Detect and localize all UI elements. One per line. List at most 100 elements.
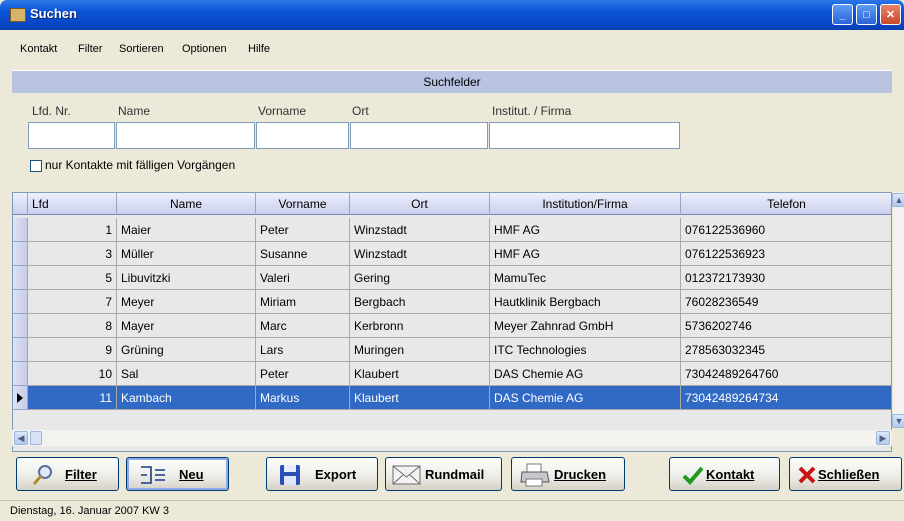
label-name: Name xyxy=(118,104,151,118)
cell-telefon[interactable]: 076122536923 xyxy=(681,242,891,266)
scroll-right-icon[interactable]: ▶ xyxy=(876,431,890,445)
magnifier-icon xyxy=(32,465,52,485)
cell-ort[interactable]: Klaubert xyxy=(350,362,490,386)
contacts-grid[interactable]: Lfd Name Vorname Ort Institution/Firma T… xyxy=(12,192,892,452)
label-lfd-nr: Lfd. Nr. xyxy=(32,104,71,118)
scroll-left-icon[interactable]: ◀ xyxy=(14,431,28,445)
minimize-button[interactable]: _ xyxy=(832,4,853,25)
cell-lfd[interactable]: 9 xyxy=(28,338,117,362)
col-header-lfd[interactable]: Lfd xyxy=(28,193,117,215)
row-selector[interactable] xyxy=(13,242,28,266)
app-icon xyxy=(10,8,26,22)
maximize-button[interactable]: □ xyxy=(856,4,877,25)
rundmail-button[interactable]: Rundmail xyxy=(385,457,502,491)
menu-hilfe[interactable]: Hilfe xyxy=(248,43,270,55)
cell-name[interactable]: Grüning xyxy=(117,338,256,362)
lfd-nr-input[interactable] xyxy=(28,122,115,149)
menu-sortieren[interactable]: Sortieren xyxy=(119,43,164,55)
cell-ort[interactable]: Bergbach xyxy=(350,290,490,314)
cell-telefon[interactable]: 73042489264760 xyxy=(681,362,891,386)
cell-telefon[interactable]: 5736202746 xyxy=(681,314,891,338)
cell-telefon[interactable]: 76028236549 xyxy=(681,290,891,314)
cell-firma[interactable]: HMF AG xyxy=(490,242,681,266)
cell-lfd[interactable]: 1 xyxy=(28,218,117,242)
cell-telefon[interactable]: 012372173930 xyxy=(681,266,891,290)
cell-ort[interactable]: Klaubert xyxy=(350,386,490,410)
row-selector[interactable] xyxy=(13,290,28,314)
faellige-vorgaenge-checkbox[interactable] xyxy=(30,160,42,172)
col-header-telefon[interactable]: Telefon xyxy=(681,193,891,215)
cell-telefon[interactable]: 278563032345 xyxy=(681,338,891,362)
cell-lfd[interactable]: 8 xyxy=(28,314,117,338)
scroll-down-icon[interactable]: ▼ xyxy=(892,414,904,428)
row-selector[interactable] xyxy=(13,338,28,362)
status-date: Dienstag, 16. Januar 2007 KW 3 xyxy=(10,505,169,517)
cell-name[interactable]: Mayer xyxy=(117,314,256,338)
menu-optionen[interactable]: Optionen xyxy=(182,43,227,55)
cell-firma[interactable]: Hautklinik Bergbach xyxy=(490,290,681,314)
menu-kontakt[interactable]: Kontakt xyxy=(20,43,57,55)
close-button[interactable]: ✕ xyxy=(880,4,901,25)
col-header-ort[interactable]: Ort xyxy=(350,193,490,215)
cell-firma[interactable]: DAS Chemie AG xyxy=(490,386,681,410)
cell-vorname[interactable]: Markus xyxy=(256,386,350,410)
cell-vorname[interactable]: Marc xyxy=(256,314,350,338)
cell-firma[interactable]: ITC Technologies xyxy=(490,338,681,362)
scroll-up-icon[interactable]: ▲ xyxy=(892,193,904,207)
cell-lfd[interactable]: 5 xyxy=(28,266,117,290)
row-selector[interactable] xyxy=(13,362,28,386)
name-input[interactable] xyxy=(116,122,255,149)
neu-button[interactable]: Neu xyxy=(126,457,229,491)
menu-filter[interactable]: Filter xyxy=(78,43,102,55)
cell-vorname[interactable]: Peter xyxy=(256,218,350,242)
cell-vorname[interactable]: Valeri xyxy=(256,266,350,290)
cell-ort[interactable]: Gering xyxy=(350,266,490,290)
cell-vorname[interactable]: Lars xyxy=(256,338,350,362)
scroll-thumb[interactable] xyxy=(30,431,42,445)
col-header-vorname[interactable]: Vorname xyxy=(256,193,350,215)
export-button[interactable]: Export xyxy=(266,457,378,491)
cell-vorname[interactable]: Miriam xyxy=(256,290,350,314)
cell-firma[interactable]: Meyer Zahnrad GmbH xyxy=(490,314,681,338)
row-selector[interactable] xyxy=(13,314,28,338)
cell-firma[interactable]: DAS Chemie AG xyxy=(490,362,681,386)
cell-telefon[interactable]: 73042489264734 xyxy=(681,386,891,410)
grid-vertical-scrollbar[interactable]: ▲ ▼ xyxy=(892,192,904,428)
cell-ort[interactable]: Muringen xyxy=(350,338,490,362)
row-selector[interactable] xyxy=(13,386,28,410)
filter-button[interactable]: Filter xyxy=(16,457,119,491)
kontakt-button[interactable]: Kontakt xyxy=(669,457,780,491)
cell-vorname[interactable]: Peter xyxy=(256,362,350,386)
cell-lfd[interactable]: 7 xyxy=(28,290,117,314)
cell-ort[interactable]: Winzstadt xyxy=(350,218,490,242)
col-header-firma[interactable]: Institution/Firma xyxy=(490,193,681,215)
cell-lfd[interactable]: 3 xyxy=(28,242,117,266)
cell-lfd[interactable]: 10 xyxy=(28,362,117,386)
cell-vorname[interactable]: Susanne xyxy=(256,242,350,266)
checkmark-icon xyxy=(682,466,704,485)
ort-input[interactable] xyxy=(350,122,488,149)
institut-firma-input[interactable] xyxy=(489,122,680,149)
cell-name[interactable]: Maier xyxy=(117,218,256,242)
cell-name[interactable]: Libuvitzki xyxy=(117,266,256,290)
row-selector[interactable] xyxy=(13,218,28,242)
drucken-button[interactable]: Drucken xyxy=(511,457,625,491)
cell-ort[interactable]: Kerbronn xyxy=(350,314,490,338)
cell-lfd[interactable]: 11 xyxy=(28,386,117,410)
neu-button-label: Neu xyxy=(179,467,204,482)
row-selector[interactable] xyxy=(13,266,28,290)
cell-name[interactable]: Sal xyxy=(117,362,256,386)
cell-firma[interactable]: MamuTec xyxy=(490,266,681,290)
vorname-input[interactable] xyxy=(256,122,349,149)
cell-name[interactable]: Kambach xyxy=(117,386,256,410)
col-header-name[interactable]: Name xyxy=(117,193,256,215)
cell-telefon[interactable]: 076122536960 xyxy=(681,218,891,242)
cell-firma[interactable]: HMF AG xyxy=(490,218,681,242)
statusbar: Dienstag, 16. Januar 2007 KW 3 xyxy=(0,500,904,521)
grid-horizontal-scrollbar[interactable]: ◀ ▶ xyxy=(12,430,892,446)
window-title: Suchen xyxy=(30,6,77,21)
cell-name[interactable]: Meyer xyxy=(117,290,256,314)
cell-ort[interactable]: Winzstadt xyxy=(350,242,490,266)
cell-name[interactable]: Müller xyxy=(117,242,256,266)
schliessen-button[interactable]: Schließen xyxy=(789,457,902,491)
